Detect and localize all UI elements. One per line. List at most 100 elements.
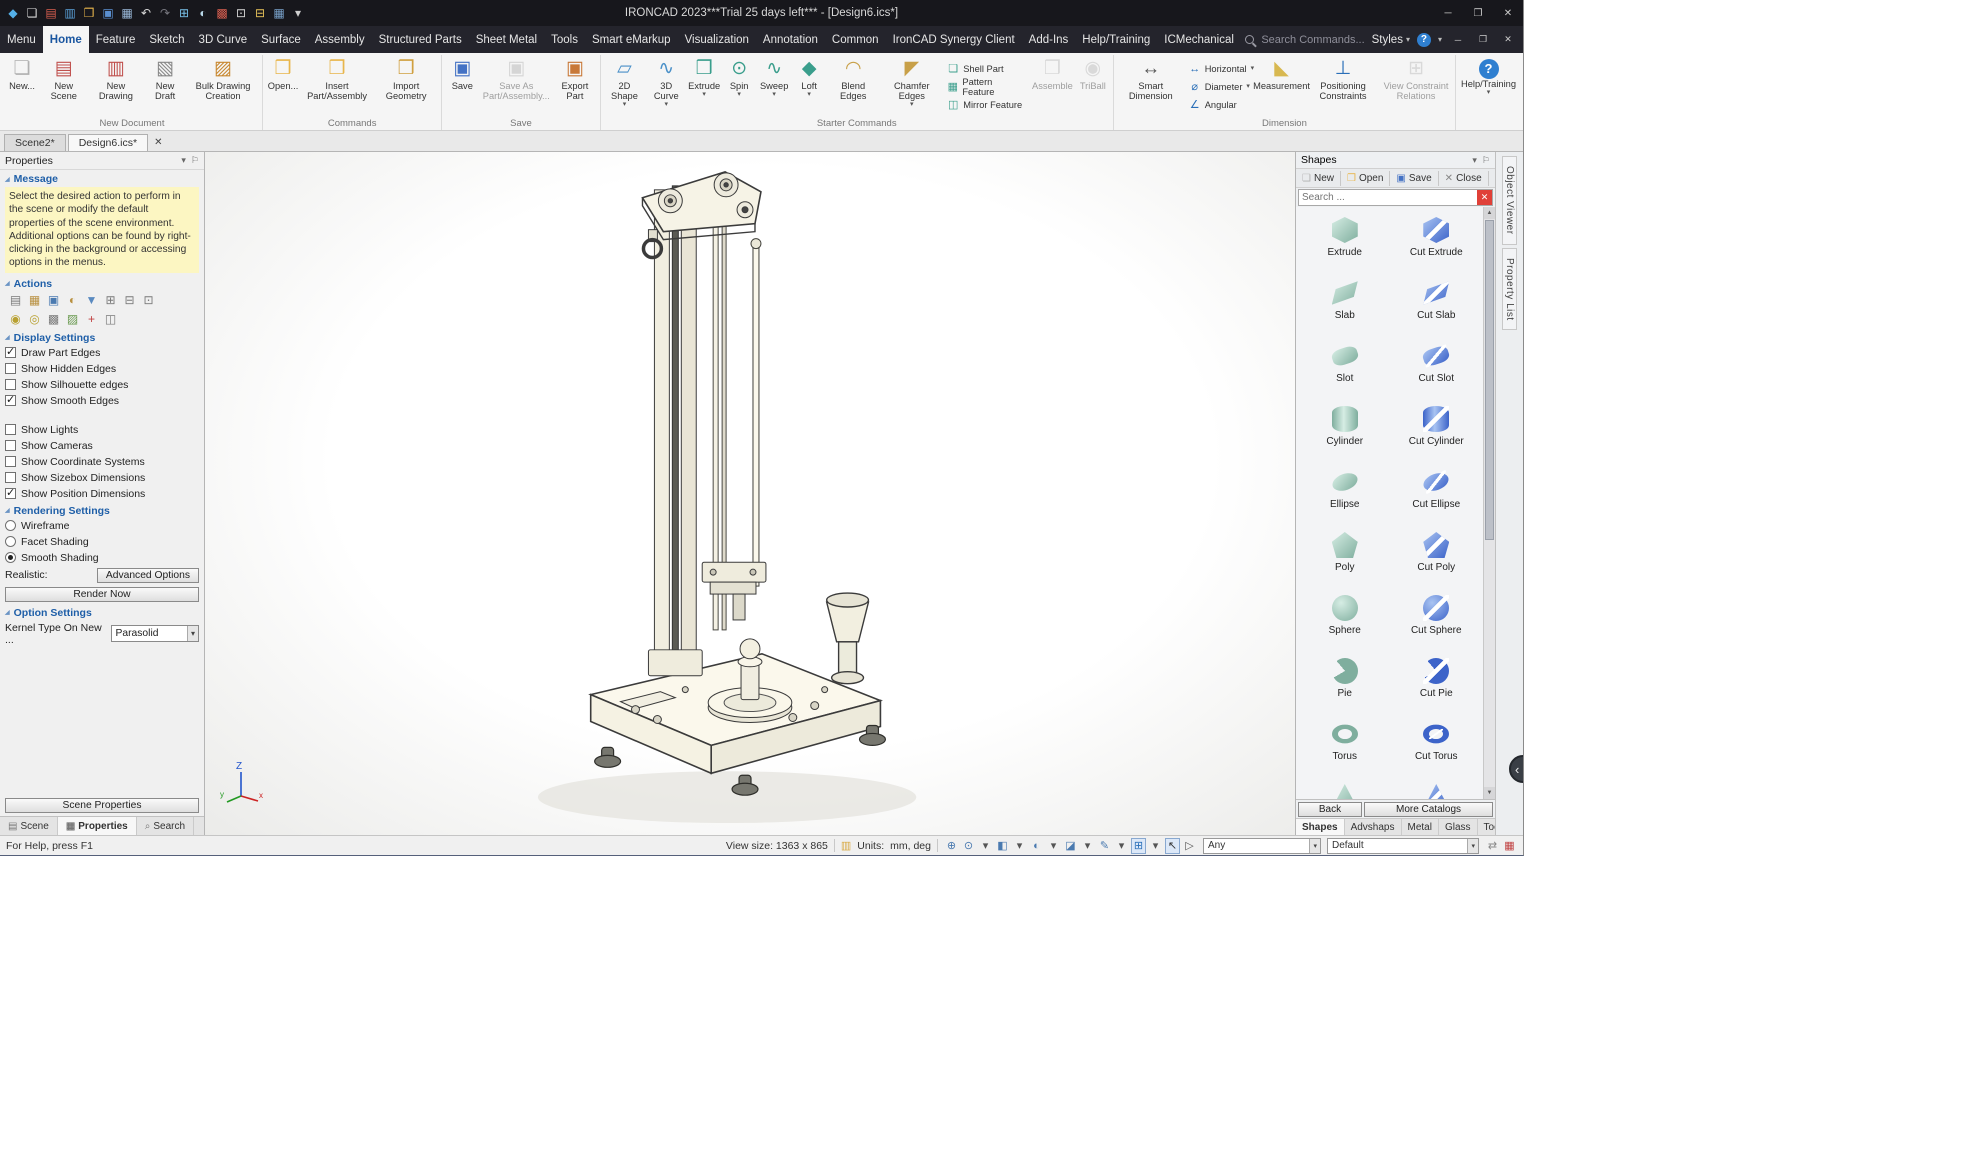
- catalog-item-extrude[interactable]: Extrude: [1300, 211, 1390, 274]
- new-document-icon[interactable]: ❏: [23, 4, 41, 22]
- select-cursor-icon[interactable]: ↖: [1165, 838, 1180, 854]
- mirror-feature-button[interactable]: ◫Mirror Feature: [944, 96, 1029, 113]
- panel-tab-search[interactable]: ⌕Search: [137, 817, 194, 835]
- menu-tab-3d-curve[interactable]: 3D Curve: [192, 26, 255, 53]
- viewport-3d[interactable]: Z x y: [205, 152, 1295, 835]
- menu-tab-add-ins[interactable]: Add-Ins: [1022, 26, 1076, 53]
- export-part-button[interactable]: ▣Export Part: [553, 55, 596, 117]
- checkbox-show-lights[interactable]: Show Lights: [5, 422, 199, 438]
- config-caret-icon[interactable]: ▾: [1114, 838, 1129, 854]
- camera-views-icon[interactable]: ◐: [1029, 838, 1044, 854]
- kernel-type-dropdown[interactable]: Parasolid ▾: [111, 625, 199, 642]
- extrude-button[interactable]: ❒Extrude▾: [687, 55, 721, 117]
- catalog-item-cut-ellipse[interactable]: Cut Ellipse: [1392, 463, 1482, 526]
- selection-filter-dropdown[interactable]: Any ▾: [1203, 838, 1321, 854]
- camera-caret-icon[interactable]: ▾: [1046, 838, 1061, 854]
- catalog-item-ellipse[interactable]: Ellipse: [1300, 463, 1390, 526]
- screenshot-icon[interactable]: ⊡: [232, 4, 250, 22]
- menu-tab-structured-parts[interactable]: Structured Parts: [372, 26, 469, 53]
- checkbox-show-position-dimensions[interactable]: Show Position Dimensions: [5, 486, 199, 502]
- document-close-button[interactable]: ✕: [154, 137, 162, 148]
- section-header-rendering-settings[interactable]: Rendering Settings: [0, 502, 204, 518]
- undo-icon[interactable]: ↶: [137, 4, 155, 22]
- action-render-icon[interactable]: ▣: [45, 292, 62, 309]
- catalog-tab-glass[interactable]: Glass: [1439, 819, 1478, 835]
- catalog-close-button[interactable]: ✕Close: [1439, 171, 1489, 186]
- shell-part-button[interactable]: ❏Shell Part: [944, 60, 1029, 77]
- catalog-item-pie[interactable]: Pie: [1300, 652, 1390, 715]
- scroll-up-icon[interactable]: ▲: [1484, 207, 1495, 219]
- horizontal-dimension-button[interactable]: ↔Horizontal▾: [1186, 60, 1256, 77]
- scene-config-icon[interactable]: ✎: [1097, 838, 1112, 854]
- zoom-window-icon[interactable]: ⊕: [944, 838, 959, 854]
- catalog-collapse-icon[interactable]: ▾: [1472, 155, 1477, 166]
- action-orbit-icon[interactable]: ◉: [7, 311, 24, 328]
- menu-tab-feature[interactable]: Feature: [89, 26, 143, 53]
- chamfer-edges-button[interactable]: ◤Chamfer Edges▾: [880, 55, 943, 117]
- display-mode-icon[interactable]: ◧: [995, 838, 1010, 854]
- catalog-search-input[interactable]: [1299, 190, 1477, 205]
- action-display-icon[interactable]: ◫: [102, 311, 119, 328]
- action-edit-properties-icon[interactable]: ▤: [7, 292, 24, 309]
- side-tab-object-viewer[interactable]: Object Viewer: [1502, 156, 1517, 245]
- catalog-pin-icon[interactable]: ⚐: [1482, 155, 1490, 166]
- new-scene-button[interactable]: ▤New Scene: [40, 55, 88, 117]
- checkbox-show-cameras[interactable]: Show Cameras: [5, 438, 199, 454]
- action-lights-icon[interactable]: ◐: [64, 292, 81, 309]
- action-zoom-icon[interactable]: ▩: [45, 311, 62, 328]
- menu-tab-assembly[interactable]: Assembly: [308, 26, 372, 53]
- toolbar-more-icon[interactable]: ▾: [289, 4, 307, 22]
- grid-color-icon[interactable]: ▦: [1502, 838, 1517, 854]
- side-tab-property-list[interactable]: Property List: [1502, 248, 1517, 331]
- copy-icon[interactable]: ⊞: [175, 4, 193, 22]
- new-drawing-icon[interactable]: ▥: [61, 4, 79, 22]
- import-geometry-button[interactable]: ❒Import Geometry: [374, 55, 438, 117]
- document-tab-design6[interactable]: Design6.ics*: [68, 134, 148, 151]
- catalog-item-cut-slot[interactable]: Cut Slot: [1392, 337, 1482, 400]
- bulk-drawing-creation-button[interactable]: ▨Bulk Drawing Creation: [187, 55, 259, 117]
- catalog-item-cut-sphere[interactable]: Cut Sphere: [1392, 589, 1482, 652]
- pattern-feature-button[interactable]: ▦Pattern Feature: [944, 78, 1029, 95]
- menu-tab-home[interactable]: Home: [43, 26, 89, 53]
- catalog-search-close-button[interactable]: ✕: [1477, 190, 1492, 205]
- checkbox-show-sizebox-dimensions[interactable]: Show Sizebox Dimensions: [5, 470, 199, 486]
- panel-tab-scene[interactable]: ▤Scene: [0, 817, 58, 835]
- pointer-mode-icon[interactable]: ▷: [1182, 838, 1197, 854]
- catalog-item-cylinder[interactable]: Cylinder: [1300, 400, 1390, 463]
- mdi-minimize-button[interactable]: ─: [1449, 31, 1467, 49]
- save-button[interactable]: ▣Save: [445, 55, 479, 117]
- menu-tab-visualization[interactable]: Visualization: [678, 26, 756, 53]
- catalog-item-torus[interactable]: Torus: [1300, 715, 1390, 778]
- menu-tab-help-training[interactable]: Help/Training: [1075, 26, 1157, 53]
- camera-icon[interactable]: ◐: [194, 4, 212, 22]
- new-draft-button[interactable]: ▧New Draft: [144, 55, 186, 117]
- radio-wireframe[interactable]: Wireframe: [5, 518, 199, 534]
- catalog-item-cut-poly[interactable]: Cut Poly: [1392, 526, 1482, 589]
- action-camera-icon[interactable]: ▼: [83, 292, 100, 309]
- help-training-button[interactable]: ?Help/Training▾: [1459, 55, 1518, 117]
- scroll-down-icon[interactable]: ▼: [1484, 787, 1495, 799]
- zoom-caret-icon[interactable]: ▾: [978, 838, 993, 854]
- sync-icon[interactable]: ⇄: [1485, 838, 1500, 854]
- catalog-tab-advshaps[interactable]: Advshaps: [1345, 819, 1402, 835]
- catalog-item-cut-torus[interactable]: Cut Torus: [1392, 715, 1482, 778]
- catalog-item-cut-slab[interactable]: Cut Slab: [1392, 274, 1482, 337]
- assemble-button[interactable]: ❒Assemble: [1030, 55, 1075, 117]
- catalog-item-slot[interactable]: Slot: [1300, 337, 1390, 400]
- help-icon[interactable]: ?: [1417, 33, 1431, 47]
- catalog-item-sphere[interactable]: Sphere: [1300, 589, 1390, 652]
- 3d-curve-button[interactable]: ∿3D Curve▾: [646, 55, 686, 117]
- menu-tab-menu[interactable]: Menu: [0, 26, 43, 53]
- advanced-options-button[interactable]: Advanced Options: [97, 568, 199, 583]
- panel-collapse-icon[interactable]: ▾: [181, 155, 186, 166]
- positioning-constraints-button[interactable]: ⊥Positioning Constraints: [1307, 55, 1379, 117]
- menu-tab-icmechanical[interactable]: ICMechanical: [1157, 26, 1241, 53]
- menu-tab-ironcad-synergy-client[interactable]: IronCAD Synergy Client: [886, 26, 1022, 53]
- new-scene-icon[interactable]: ▤: [42, 4, 60, 22]
- open-button[interactable]: ❒Open...: [266, 55, 300, 117]
- more-catalogs-button[interactable]: More Catalogs: [1364, 802, 1493, 817]
- save-all-icon[interactable]: ▦: [118, 4, 136, 22]
- action-fit-icon[interactable]: ▨: [64, 311, 81, 328]
- catalog-tab-metal[interactable]: Metal: [1402, 819, 1439, 835]
- clipboard-icon[interactable]: ▩: [213, 4, 231, 22]
